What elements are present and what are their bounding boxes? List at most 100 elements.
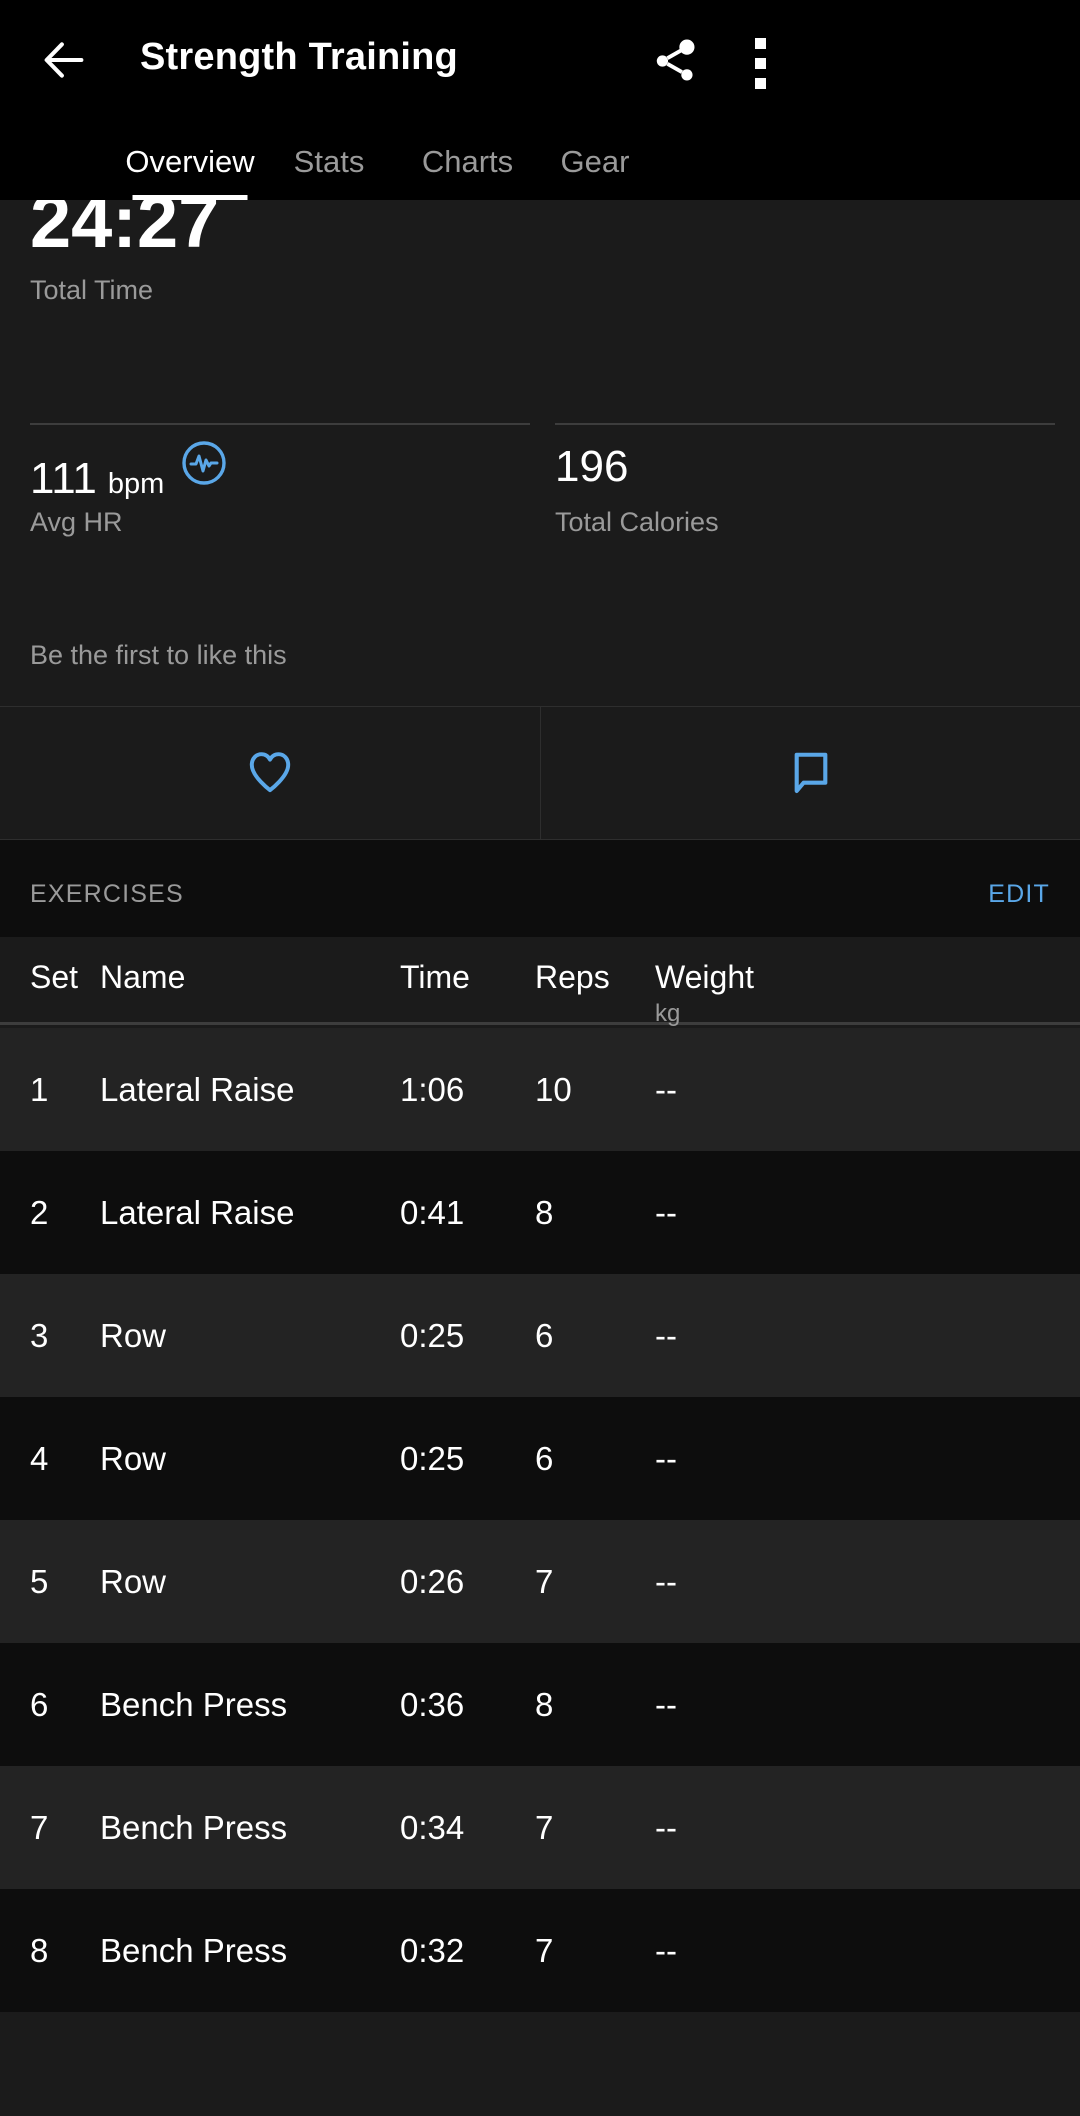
active-tab-indicator: [132, 195, 248, 200]
cell-time: 0:36: [400, 1685, 465, 1723]
cell-set: 6: [30, 1685, 49, 1723]
table-row[interactable]: 8 Bench Press 0:32 7 --: [0, 1889, 1080, 2012]
cell-weight: --: [655, 1685, 677, 1723]
edit-exercises-button[interactable]: EDIT: [988, 880, 1050, 909]
summary-stats-row: 111 bpm Avg HR 196 Total Calories: [0, 423, 1080, 543]
cell-name: Row: [100, 1439, 167, 1477]
cell-reps: 7: [535, 1562, 554, 1600]
cell-weight: --: [655, 1070, 677, 1108]
back-button[interactable]: [30, 28, 98, 96]
total-calories-label: Total Calories: [555, 507, 719, 537]
calories-value-group: 196: [555, 445, 628, 489]
share-button[interactable]: [640, 28, 710, 98]
more-dot: [754, 57, 766, 69]
column-header-reps: Reps: [535, 959, 610, 995]
cell-name: Row: [100, 1316, 167, 1354]
cell-name: Row: [100, 1562, 167, 1600]
cell-reps: 7: [535, 1808, 554, 1846]
cell-set: 5: [30, 1562, 49, 1600]
cell-set: 8: [30, 1931, 49, 1969]
table-row[interactable]: 6 Bench Press 0:36 8 --: [0, 1643, 1080, 1766]
cell-reps: 8: [535, 1685, 554, 1723]
app-bar: Strength Training: [0, 0, 1080, 123]
cell-set: 1: [30, 1070, 49, 1108]
cell-name: Bench Press: [100, 1685, 288, 1723]
share-icon: [649, 35, 701, 92]
tab-gear[interactable]: Gear: [540, 123, 650, 200]
more-options-button[interactable]: [725, 28, 795, 98]
avg-hr-label: Avg HR: [30, 507, 123, 537]
cell-weight: --: [655, 1316, 677, 1354]
column-header-weight: Weight: [655, 959, 755, 995]
cell-weight: --: [655, 1439, 677, 1477]
cell-reps: 7: [535, 1931, 554, 1969]
calories-value: 196: [555, 442, 629, 491]
cell-reps: 10: [535, 1070, 572, 1108]
tab-label: Gear: [560, 143, 630, 179]
column-header-set: Set: [30, 959, 79, 995]
column-header-name: Name: [100, 959, 186, 995]
exercises-table-body: 1 Lateral Raise 1:06 10 -- 2 Lateral Raise 0:41…: [0, 1028, 1080, 2012]
cell-set: 7: [30, 1808, 49, 1846]
page-title: Strength Training: [140, 36, 458, 78]
cell-set: 4: [30, 1439, 49, 1477]
tab-label: Overview: [125, 143, 255, 179]
tab-overview[interactable]: Overview: [90, 123, 290, 200]
heart-rate-icon: [180, 439, 228, 492]
avg-hr-value-group: 111 bpm: [30, 441, 228, 503]
tab-label: Stats: [293, 143, 365, 179]
exercises-label: EXERCISES: [30, 880, 184, 908]
more-dot: [754, 77, 766, 89]
column-header-time: Time: [400, 959, 470, 995]
cell-weight: --: [655, 1931, 677, 1969]
avg-hr-value: 111: [30, 454, 97, 503]
cell-name: Lateral Raise: [100, 1193, 295, 1231]
exercises-table-header: Set Name Time Reps Weight kg: [0, 937, 1080, 1027]
total-time-label: Total Time: [30, 275, 154, 305]
comment-bubble-icon: [785, 745, 837, 802]
cell-time: 0:25: [400, 1316, 465, 1354]
table-row[interactable]: 5 Row 0:26 7 --: [0, 1520, 1080, 1643]
more-dot: [754, 37, 766, 49]
cell-name: Bench Press: [100, 1931, 288, 1969]
cell-reps: 6: [535, 1439, 554, 1477]
cell-weight: --: [655, 1193, 677, 1231]
cell-name: Bench Press: [100, 1808, 288, 1846]
cell-reps: 8: [535, 1193, 554, 1231]
tab-stats[interactable]: Stats: [270, 123, 388, 200]
cell-name: Lateral Raise: [100, 1070, 295, 1108]
cell-time: 0:32: [400, 1931, 465, 1969]
table-row[interactable]: 2 Lateral Raise 0:41 8 --: [0, 1151, 1080, 1274]
column-header-weight-unit: kg: [655, 1000, 681, 1027]
like-button[interactable]: [0, 707, 540, 839]
cell-reps: 6: [535, 1316, 554, 1354]
table-row[interactable]: 7 Bench Press 0:34 7 --: [0, 1766, 1080, 1889]
tab-label: Charts: [421, 143, 514, 179]
avg-hr-stat: 111 bpm Avg HR: [30, 423, 530, 537]
total-calories-stat: 196 Total Calories: [555, 423, 1055, 537]
heart-outline-icon: [242, 743, 298, 804]
workout-detail-content: 24:27 Total Time 111 bpm Avg HR 196 Tota…: [0, 0, 1080, 2116]
cell-time: 0:34: [400, 1808, 465, 1846]
cell-time: 1:06: [400, 1070, 465, 1108]
cell-time: 0:26: [400, 1562, 465, 1600]
cell-time: 0:41: [400, 1193, 465, 1231]
stat-divider: [555, 423, 1055, 425]
stat-divider: [30, 423, 530, 425]
cell-set: 2: [30, 1193, 49, 1231]
tab-charts[interactable]: Charts: [405, 123, 530, 200]
table-row[interactable]: 1 Lateral Raise 1:06 10 --: [0, 1028, 1080, 1151]
arrow-left-icon: [38, 34, 90, 91]
cell-set: 3: [30, 1316, 49, 1354]
cell-weight: --: [655, 1562, 677, 1600]
table-row[interactable]: 4 Row 0:25 6 --: [0, 1397, 1080, 1520]
likes-status-text: Be the first to like this: [30, 640, 287, 670]
social-action-bar: [0, 706, 1080, 840]
cell-time: 0:25: [400, 1439, 465, 1477]
avg-hr-unit: bpm: [107, 468, 165, 500]
cell-weight: --: [655, 1808, 677, 1846]
exercises-section-header: EXERCISES EDIT: [0, 840, 1080, 937]
tab-bar: Overview Stats Charts Gear: [0, 123, 1080, 200]
comment-button[interactable]: [540, 707, 1080, 839]
table-row[interactable]: 3 Row 0:25 6 --: [0, 1274, 1080, 1397]
